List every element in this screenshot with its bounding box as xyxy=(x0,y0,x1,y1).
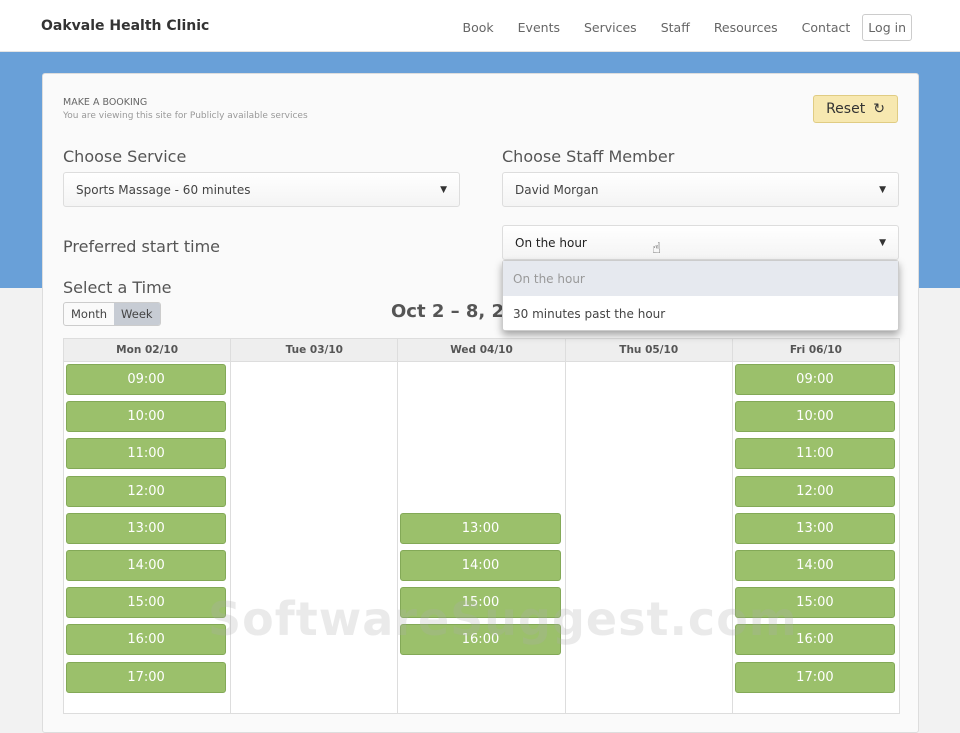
time-slot-button[interactable]: 10:00 xyxy=(734,401,896,433)
day-column: Fri 06/10 09:00 10:00 11:00 12:00 13:00 14:00 1… xyxy=(732,339,900,713)
booking-kicker: MAKE A BOOKING xyxy=(63,97,148,108)
time-slot-button[interactable]: 13:00 xyxy=(734,512,896,544)
day-header: Mon 02/10 xyxy=(64,339,231,362)
week-calendar: Mon 02/10 09:00 10:00 11:00 12:00 13:00 14:00 1… xyxy=(63,338,900,714)
chevron-down-icon: ▼ xyxy=(440,184,447,195)
nav-services[interactable]: Services xyxy=(572,20,649,35)
time-slot-button[interactable]: 14:00 xyxy=(66,550,227,581)
start-time-select[interactable]: On the hour ▼ xyxy=(502,225,899,260)
service-select[interactable]: Sports Massage - 60 minutes ▼ xyxy=(63,172,460,207)
booking-subtitle: You are viewing this site for Publicly a… xyxy=(63,111,308,121)
staff-value: David Morgan xyxy=(515,182,599,197)
start-time-dropdown: On the hour 30 minutes past the hour xyxy=(502,260,899,331)
reset-label: Reset xyxy=(826,101,866,117)
day-column: Mon 02/10 09:00 10:00 11:00 12:00 13:00 14:00 1… xyxy=(64,339,232,713)
booking-card: MAKE A BOOKING You are viewing this site… xyxy=(42,73,919,733)
option-30-past[interactable]: 30 minutes past the hour xyxy=(503,296,898,331)
view-week-button[interactable]: Week xyxy=(114,303,160,325)
service-value: Sports Massage - 60 minutes xyxy=(76,182,251,197)
day-header: Thu 05/10 xyxy=(565,339,732,362)
time-slot-button[interactable]: 16:00 xyxy=(66,624,227,656)
time-slot-button[interactable]: 12:00 xyxy=(734,475,896,507)
day-column: Tue 03/10 xyxy=(231,339,399,713)
day-column: Thu 05/10 xyxy=(565,339,733,713)
staff-select[interactable]: David Morgan ▼ xyxy=(502,172,899,207)
day-header: Tue 03/10 xyxy=(231,339,398,362)
time-slot-button[interactable]: 15:00 xyxy=(734,587,896,619)
option-on-the-hour[interactable]: On the hour xyxy=(503,261,898,296)
time-slot-button[interactable]: 15:00 xyxy=(66,587,227,619)
start-time-value: On the hour xyxy=(515,235,587,250)
view-month-button[interactable]: Month xyxy=(64,303,114,325)
refresh-icon: ↻ xyxy=(873,101,885,117)
day-header: Fri 06/10 xyxy=(732,339,900,362)
nav-staff[interactable]: Staff xyxy=(649,20,702,35)
time-slot-button[interactable]: 09:00 xyxy=(66,364,227,395)
staff-label: Choose Staff Member xyxy=(502,147,675,166)
brand-name[interactable]: Oakvale Health Clinic xyxy=(41,18,209,34)
time-slot-button[interactable]: 14:00 xyxy=(400,550,561,581)
time-slot-button[interactable]: 13:00 xyxy=(400,512,561,544)
main-nav: Book Events Services Staff Resources Con… xyxy=(451,14,912,41)
time-slot-button[interactable]: 12:00 xyxy=(66,475,227,507)
nav-book[interactable]: Book xyxy=(451,20,506,35)
select-time-title: Select a Time xyxy=(63,278,172,297)
chevron-down-icon: ▼ xyxy=(879,184,886,195)
day-header: Wed 04/10 xyxy=(398,339,565,362)
chevron-down-icon: ▼ xyxy=(879,237,886,248)
nav-resources[interactable]: Resources xyxy=(702,20,790,35)
time-slot-button[interactable]: 13:00 xyxy=(66,512,227,544)
hand-cursor-icon: ☝ xyxy=(652,239,662,257)
top-header: Oakvale Health Clinic Book Events Servic… xyxy=(0,0,960,52)
time-slot-button[interactable]: 10:00 xyxy=(66,401,227,433)
view-toggle: Month Week xyxy=(63,302,161,326)
nav-events[interactable]: Events xyxy=(506,20,572,35)
login-button[interactable]: Log in xyxy=(862,14,912,41)
time-slot-button[interactable]: 17:00 xyxy=(734,661,896,693)
nav-contact[interactable]: Contact xyxy=(790,20,863,35)
reset-button[interactable]: Reset ↻ xyxy=(813,95,898,123)
time-slot-button[interactable]: 16:00 xyxy=(400,624,561,656)
time-slot-button[interactable]: 15:00 xyxy=(400,587,561,619)
time-slot-button[interactable]: 16:00 xyxy=(734,624,896,656)
time-slot-button[interactable]: 11:00 xyxy=(66,438,227,470)
service-label: Choose Service xyxy=(63,147,187,166)
day-column: Wed 04/10 13:00 14:00 15:00 16:00 xyxy=(398,339,566,713)
time-slot-button[interactable]: 09:00 xyxy=(734,364,896,395)
time-slot-button[interactable]: 11:00 xyxy=(734,438,896,470)
time-slot-button[interactable]: 14:00 xyxy=(734,550,896,581)
start-time-label: Preferred start time xyxy=(63,237,221,256)
time-slot-button[interactable]: 17:00 xyxy=(66,661,227,693)
